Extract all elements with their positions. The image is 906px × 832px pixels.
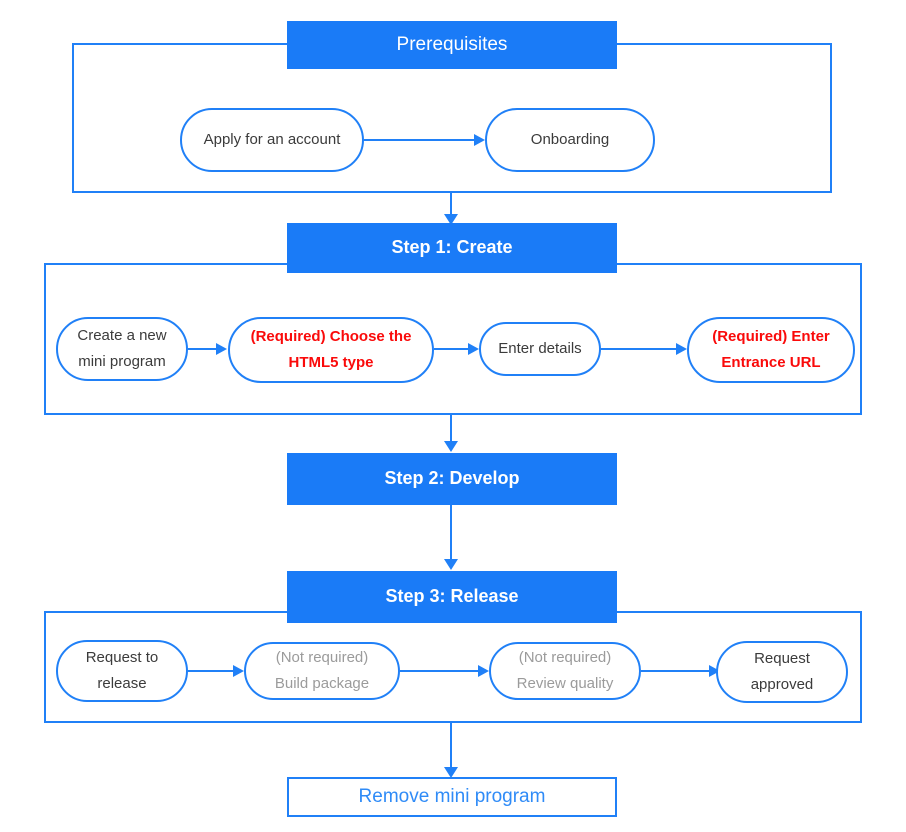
connector-build-to-review-arrow bbox=[478, 665, 489, 677]
node-enter-details-label: Enter details bbox=[498, 340, 582, 358]
step3-header-label: Step 3: Release bbox=[385, 586, 519, 607]
connector-step1-to-step2 bbox=[450, 415, 452, 443]
connector-html5-to-details-arrow bbox=[468, 343, 479, 355]
node-apply-for-an-account[interactable]: Apply for an account bbox=[180, 108, 364, 172]
node-create-a-new-mini-program-label: Create a new mini program bbox=[77, 326, 167, 370]
connector-release-to-build-arrow bbox=[233, 665, 244, 677]
connector-details-to-url bbox=[601, 348, 679, 350]
prerequisites-header[interactable]: Prerequisites bbox=[287, 21, 617, 69]
step2-header[interactable]: Step 2: Develop bbox=[287, 453, 617, 505]
node-review-quality-label: (Not required) Review quality bbox=[516, 648, 614, 692]
node-enter-details[interactable]: Enter details bbox=[479, 322, 601, 376]
connector-apply-to-onboarding bbox=[364, 139, 474, 141]
node-build-package[interactable]: (Not required) Build package bbox=[244, 642, 400, 700]
connector-build-to-review bbox=[400, 670, 481, 672]
node-apply-for-an-account-label: Apply for an account bbox=[203, 130, 341, 148]
step1-header-label: Step 1: Create bbox=[391, 237, 513, 258]
node-enter-entrance-url-label: (Required) Enter Entrance URL bbox=[712, 327, 830, 371]
node-onboarding[interactable]: Onboarding bbox=[485, 108, 655, 172]
flowchart-canvas: Prerequisites Apply for an account Onboa… bbox=[0, 0, 906, 832]
node-request-to-release[interactable]: Request to release bbox=[56, 640, 188, 702]
connector-review-to-approved bbox=[641, 670, 712, 672]
node-request-to-release-label: Request to release bbox=[85, 648, 159, 692]
node-request-approved[interactable]: Request approved bbox=[716, 641, 848, 703]
connector-create-to-html5-arrow bbox=[216, 343, 227, 355]
connector-step1-to-step2-arrow bbox=[444, 441, 458, 452]
step3-header[interactable]: Step 3: Release bbox=[287, 571, 617, 623]
step1-header[interactable]: Step 1: Create bbox=[287, 223, 617, 273]
step2-header-label: Step 2: Develop bbox=[384, 468, 520, 489]
connector-html5-to-details bbox=[434, 348, 471, 350]
node-remove-mini-program[interactable]: Remove mini program bbox=[287, 777, 617, 817]
node-request-approved-label: Request approved bbox=[750, 649, 814, 693]
connector-step2-to-step3-arrow bbox=[444, 559, 458, 570]
connector-release-to-build bbox=[188, 670, 236, 672]
connector-apply-to-onboarding-arrow bbox=[474, 134, 485, 146]
node-remove-mini-program-label: Remove mini program bbox=[358, 786, 546, 807]
node-choose-the-html5-type-label: (Required) Choose the HTML5 type bbox=[250, 327, 412, 371]
node-onboarding-label: Onboarding bbox=[530, 131, 610, 149]
connector-details-to-url-arrow bbox=[676, 343, 687, 355]
connector-step3-to-remove bbox=[450, 723, 452, 772]
node-create-a-new-mini-program[interactable]: Create a new mini program bbox=[56, 317, 188, 381]
node-build-package-label: (Not required) Build package bbox=[274, 648, 370, 692]
connector-create-to-html5 bbox=[188, 348, 219, 350]
node-choose-the-html5-type[interactable]: (Required) Choose the HTML5 type bbox=[228, 317, 434, 383]
prerequisites-header-label: Prerequisites bbox=[396, 33, 508, 55]
connector-step2-to-step3 bbox=[450, 505, 452, 561]
node-enter-entrance-url[interactable]: (Required) Enter Entrance URL bbox=[687, 317, 855, 383]
node-review-quality[interactable]: (Not required) Review quality bbox=[489, 642, 641, 700]
